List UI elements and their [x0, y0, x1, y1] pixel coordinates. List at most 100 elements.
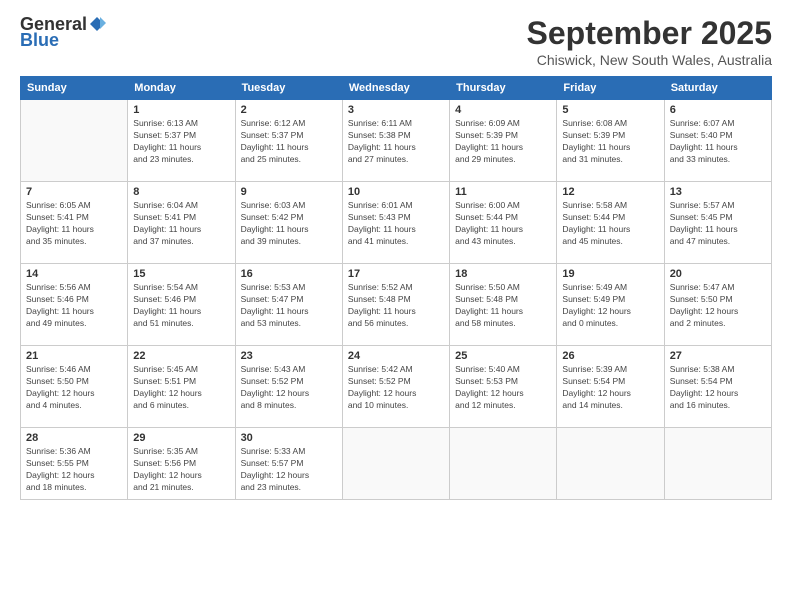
calendar-cell: 7Sunrise: 6:05 AMSunset: 5:41 PMDaylight…	[21, 182, 128, 264]
calendar-cell: 18 Sunrise: 5:50 AMSunset: 5:48 PMDayligh…	[450, 264, 557, 346]
logo: General Blue	[20, 15, 106, 51]
calendar-cell: 1Sunrise: 6:13 AMSunset: 5:37 PMDaylight…	[128, 100, 235, 182]
calendar-cell	[450, 428, 557, 500]
day-number: 23	[241, 350, 337, 362]
day-number: 22	[133, 350, 229, 362]
day-info: Sunrise: 6:12 AMSunset: 5:37 PMDaylight:…	[241, 118, 337, 166]
day-number: 28	[26, 432, 122, 444]
day-number: 15	[133, 268, 229, 280]
calendar-cell: 20 Sunrise: 5:47 AMSunset: 5:50 PMDayligh…	[664, 264, 771, 346]
day-info: Sunrise: 5:39 AMSunset: 5:54 PMDaylight:…	[562, 364, 658, 412]
day-info: Sunrise: 5:54 AMSunset: 5:46 PMDaylight:…	[133, 282, 229, 330]
day-number: 9	[241, 186, 337, 198]
calendar-cell: 14Sunrise: 5:56 AMSunset: 5:46 PMDayligh…	[21, 264, 128, 346]
day-info: Sunrise: 6:00 AMSunset: 5:44 PMDaylight:…	[455, 200, 551, 248]
weekday-header-sunday: Sunday	[21, 77, 128, 100]
calendar-week-row: 7Sunrise: 6:05 AMSunset: 5:41 PMDaylight…	[21, 182, 772, 264]
day-number: 13	[670, 186, 766, 198]
weekday-header-thursday: Thursday	[450, 77, 557, 100]
day-info: Sunrise: 5:35 AMSunset: 5:56 PMDaylight:…	[133, 446, 229, 494]
calendar-cell: 8 Sunrise: 6:04 AMSunset: 5:41 PMDaylight…	[128, 182, 235, 264]
calendar-cell: 27 Sunrise: 5:38 AMSunset: 5:54 PMDayligh…	[664, 346, 771, 428]
title-block: September 2025 Chiswick, New South Wales…	[527, 15, 772, 68]
logo-icon	[88, 15, 106, 33]
day-number: 18	[455, 268, 551, 280]
calendar-cell: 19 Sunrise: 5:49 AMSunset: 5:49 PMDayligh…	[557, 264, 664, 346]
day-number: 7	[26, 186, 122, 198]
weekday-header-saturday: Saturday	[664, 77, 771, 100]
day-info: Sunrise: 5:45 AMSunset: 5:51 PMDaylight:…	[133, 364, 229, 412]
weekday-header-friday: Friday	[557, 77, 664, 100]
day-number: 14	[26, 268, 122, 280]
calendar-cell: 3Sunrise: 6:11 AMSunset: 5:38 PMDaylight…	[342, 100, 449, 182]
calendar-cell: 26 Sunrise: 5:39 AMSunset: 5:54 PMDayligh…	[557, 346, 664, 428]
header: General Blue September 2025 Chiswick, Ne…	[20, 15, 772, 68]
calendar-week-row: 1Sunrise: 6:13 AMSunset: 5:37 PMDaylight…	[21, 100, 772, 182]
day-number: 25	[455, 350, 551, 362]
day-number: 16	[241, 268, 337, 280]
day-info: Sunrise: 5:46 AMSunset: 5:50 PMDaylight:…	[26, 364, 122, 412]
calendar-cell: 9 Sunrise: 6:03 AMSunset: 5:42 PMDaylight…	[235, 182, 342, 264]
day-number: 5	[562, 104, 658, 116]
page: General Blue September 2025 Chiswick, Ne…	[0, 0, 792, 612]
day-number: 27	[670, 350, 766, 362]
calendar-cell: 30Sunrise: 5:33 AMSunset: 5:57 PMDayligh…	[235, 428, 342, 500]
calendar-cell: 6Sunrise: 6:07 AMSunset: 5:40 PMDaylight…	[664, 100, 771, 182]
day-number: 4	[455, 104, 551, 116]
day-info: Sunrise: 6:01 AMSunset: 5:43 PMDaylight:…	[348, 200, 444, 248]
day-info: Sunrise: 5:49 AMSunset: 5:49 PMDaylight:…	[562, 282, 658, 330]
calendar-week-row: 28 Sunrise: 5:36 AMSunset: 5:55 PMDayligh…	[21, 428, 772, 500]
day-number: 17	[348, 268, 444, 280]
calendar-cell: 23Sunrise: 5:43 AMSunset: 5:52 PMDayligh…	[235, 346, 342, 428]
day-number: 6	[670, 104, 766, 116]
calendar-cell: 2 Sunrise: 6:12 AMSunset: 5:37 PMDaylight…	[235, 100, 342, 182]
day-info: Sunrise: 5:47 AMSunset: 5:50 PMDaylight:…	[670, 282, 766, 330]
calendar-cell: 25Sunrise: 5:40 AMSunset: 5:53 PMDayligh…	[450, 346, 557, 428]
calendar-cell: 10 Sunrise: 6:01 AMSunset: 5:43 PMDayligh…	[342, 182, 449, 264]
calendar-cell: 5 Sunrise: 6:08 AMSunset: 5:39 PMDaylight…	[557, 100, 664, 182]
calendar-header-row: SundayMondayTuesdayWednesdayThursdayFrid…	[21, 77, 772, 100]
calendar-cell	[664, 428, 771, 500]
day-info: Sunrise: 5:38 AMSunset: 5:54 PMDaylight:…	[670, 364, 766, 412]
day-info: Sunrise: 6:04 AMSunset: 5:41 PMDaylight:…	[133, 200, 229, 248]
day-info: Sunrise: 5:36 AMSunset: 5:55 PMDaylight:…	[26, 446, 122, 494]
day-info: Sunrise: 5:53 AMSunset: 5:47 PMDaylight:…	[241, 282, 337, 330]
day-number: 3	[348, 104, 444, 116]
calendar-cell: 12Sunrise: 5:58 AMSunset: 5:44 PMDayligh…	[557, 182, 664, 264]
day-number: 8	[133, 186, 229, 198]
day-info: Sunrise: 6:08 AMSunset: 5:39 PMDaylight:…	[562, 118, 658, 166]
day-info: Sunrise: 6:03 AMSunset: 5:42 PMDaylight:…	[241, 200, 337, 248]
calendar-week-row: 14Sunrise: 5:56 AMSunset: 5:46 PMDayligh…	[21, 264, 772, 346]
calendar-cell: 24Sunrise: 5:42 AMSunset: 5:52 PMDayligh…	[342, 346, 449, 428]
day-number: 2	[241, 104, 337, 116]
calendar-cell: 13 Sunrise: 5:57 AMSunset: 5:45 PMDayligh…	[664, 182, 771, 264]
month-title: September 2025	[527, 15, 772, 52]
day-info: Sunrise: 5:33 AMSunset: 5:57 PMDaylight:…	[241, 446, 337, 494]
calendar-cell: 15 Sunrise: 5:54 AMSunset: 5:46 PMDayligh…	[128, 264, 235, 346]
day-number: 26	[562, 350, 658, 362]
calendar-cell	[557, 428, 664, 500]
day-info: Sunrise: 5:50 AMSunset: 5:48 PMDaylight:…	[455, 282, 551, 330]
day-info: Sunrise: 5:57 AMSunset: 5:45 PMDaylight:…	[670, 200, 766, 248]
day-number: 29	[133, 432, 229, 444]
weekday-header-monday: Monday	[128, 77, 235, 100]
calendar-cell: 16 Sunrise: 5:53 AMSunset: 5:47 PMDayligh…	[235, 264, 342, 346]
day-info: Sunrise: 5:52 AMSunset: 5:48 PMDaylight:…	[348, 282, 444, 330]
day-number: 19	[562, 268, 658, 280]
calendar-cell: 11Sunrise: 6:00 AMSunset: 5:44 PMDayligh…	[450, 182, 557, 264]
calendar-cell	[21, 100, 128, 182]
calendar-cell: 17 Sunrise: 5:52 AMSunset: 5:48 PMDayligh…	[342, 264, 449, 346]
day-info: Sunrise: 5:42 AMSunset: 5:52 PMDaylight:…	[348, 364, 444, 412]
day-info: Sunrise: 6:09 AMSunset: 5:39 PMDaylight:…	[455, 118, 551, 166]
logo-blue-text: Blue	[20, 31, 59, 51]
location: Chiswick, New South Wales, Australia	[527, 52, 772, 68]
calendar-table: SundayMondayTuesdayWednesdayThursdayFrid…	[20, 76, 772, 500]
day-number: 20	[670, 268, 766, 280]
calendar-cell	[342, 428, 449, 500]
day-number: 10	[348, 186, 444, 198]
day-number: 21	[26, 350, 122, 362]
calendar-cell: 29 Sunrise: 5:35 AMSunset: 5:56 PMDayligh…	[128, 428, 235, 500]
calendar-cell: 4 Sunrise: 6:09 AMSunset: 5:39 PMDaylight…	[450, 100, 557, 182]
day-number: 12	[562, 186, 658, 198]
day-info: Sunrise: 6:13 AMSunset: 5:37 PMDaylight:…	[133, 118, 229, 166]
